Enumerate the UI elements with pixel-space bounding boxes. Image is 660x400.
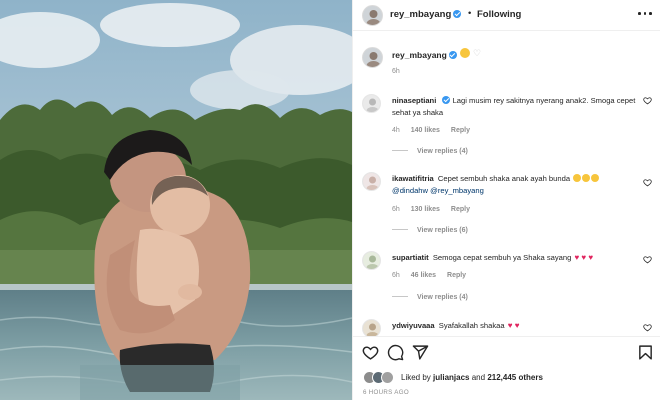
pool-photo-illustration [0,0,352,400]
like-comment-heart-icon[interactable] [643,178,652,187]
comment-time: 4h [392,127,400,134]
white-heart-emoji-icon: ♡ [473,48,482,58]
caption-username[interactable]: rey_mbayang [392,50,457,60]
comment-likes[interactable]: 130 likes [411,206,440,213]
reply-button[interactable]: Reply [447,272,466,279]
caption-username-text[interactable]: rey_mbayang [392,50,447,60]
comment-meta: 4h 140 likes Reply [392,127,479,134]
post-header: rey_mbayang • Following [353,0,660,31]
verified-badge-icon [448,51,457,59]
post-caption: rey_mbayang ♡ 6h [353,40,660,80]
comment-text: supartiatit Semoga cepat sembuh ya Shaka… [392,252,636,264]
commenter-avatar[interactable] [362,251,381,270]
crying-emoji-icon [582,174,591,182]
view-replies-label[interactable]: View replies (4) [417,148,468,155]
view-replies-label[interactable]: View replies (4) [417,294,468,301]
red-heart-emoji-icon: ♥ ♥ [507,321,520,330]
liked-by-count[interactable]: 212,445 others [487,373,543,382]
heart-icon[interactable] [362,344,379,361]
liked-by-prefix: Liked by [401,373,431,382]
comment-meta: 6h 46 likes Reply [392,272,475,279]
like-comment-heart-icon[interactable] [643,323,652,332]
reply-button[interactable]: Reply [451,127,470,134]
caption-time: 6h [392,68,400,75]
header-separator: • [468,8,472,19]
view-replies-button[interactable]: View replies (4) [392,294,468,301]
crying-emoji-icon [573,174,582,182]
following-button[interactable]: Following [477,9,521,20]
comment-icon[interactable] [387,344,404,361]
comment-body: Cepet sembuh shaka anak ayah bunda [437,174,571,183]
verified-badge-icon [442,96,451,104]
comment-likes[interactable]: 46 likes [411,272,436,279]
liked-by-text[interactable]: Liked by julianjacs and 212,445 others [401,373,543,382]
more-options-icon[interactable] [637,6,653,20]
verified-badge-icon [453,10,462,18]
comment-text: ninaseptiani Lagi musim rey sakitnya nye… [392,95,636,118]
post-side-panel: rey_mbayang • Following rey_mbayang ♡ 6h [352,0,660,400]
author-avatar[interactable] [362,5,383,26]
share-icon[interactable] [412,344,429,361]
view-replies-button[interactable]: View replies (4) [392,148,468,155]
mention-link[interactable]: @rey_mbayang [430,186,484,195]
mention-link[interactable]: @dindahw [392,186,428,195]
commenter-avatar[interactable] [362,172,381,191]
post-timestamp: 6 HOURS AGO [363,389,409,396]
reply-button[interactable]: Reply [451,206,470,213]
comment-text: ikawatifitria Cepet sembuh shaka anak ay… [392,173,636,196]
comment-body: Syafakallah shakaa [438,321,505,330]
view-replies-line [392,229,408,230]
liked-by-middle: and [471,373,486,382]
commenter-username[interactable]: supartiatit [392,253,429,262]
instagram-post-window: rey_mbayang • Following rey_mbayang ♡ 6h [0,0,660,400]
commenter-avatar[interactable] [362,94,381,113]
like-comment-heart-icon[interactable] [643,96,652,105]
liker-avatar[interactable] [381,371,394,384]
commenter-username[interactable]: ikawatifitria [392,174,434,183]
author-username-text[interactable]: rey_mbayang [390,9,451,20]
sad-face-emoji-icon [460,48,470,58]
post-actions-bar: Liked by julianjacs and 212,445 others 6… [353,336,660,400]
liked-by-user[interactable]: julianjacs [433,373,469,382]
view-replies-line [392,150,408,151]
like-comment-heart-icon[interactable] [643,255,652,264]
view-replies-button[interactable]: View replies (6) [392,227,468,234]
commenter-username[interactable]: ydwiyuvaaa [392,321,435,330]
view-replies-label[interactable]: View replies (6) [417,227,468,234]
commenter-username[interactable]: ninaseptiani [392,96,436,105]
bookmark-icon[interactable] [637,344,654,361]
crying-emoji-icon [591,174,600,182]
comment-time: 6h [392,272,400,279]
comment-meta: 6h 130 likes Reply [392,206,479,213]
view-replies-line [392,296,408,297]
post-photo[interactable] [0,0,352,400]
comment-text: ydwiyuvaaa Syafakallah shakaa ♥ ♥ [392,320,636,332]
red-heart-emoji-icon: ♥ ♥ ♥ [574,253,594,262]
author-username[interactable]: rey_mbayang [390,9,462,20]
comment-likes[interactable]: 140 likes [411,127,440,134]
comment-time: 6h [392,206,400,213]
comment-body: Semoga cepat sembuh ya Shaka sayang [432,253,572,262]
caption-avatar[interactable] [362,47,383,68]
